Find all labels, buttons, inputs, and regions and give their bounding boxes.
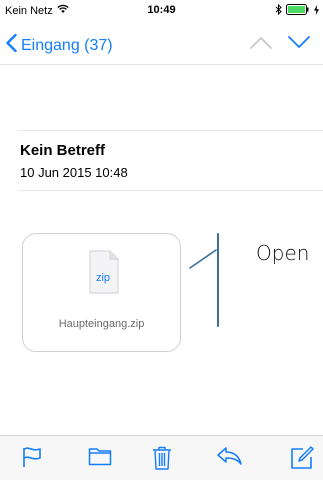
message-subject: Kein Betreff xyxy=(20,142,106,159)
annotation-text: Open xyxy=(256,241,310,265)
bottom-toolbar xyxy=(0,435,323,480)
message-date: 10 Jun 2015 10:48 xyxy=(20,165,128,180)
nav-bar: Eingang (37) xyxy=(0,20,323,65)
attachment-file-name: Haupteingang.zip xyxy=(58,318,145,330)
back-button-label: Eingang (37) xyxy=(21,36,113,54)
chevron-left-icon xyxy=(6,33,21,57)
back-button[interactable]: Eingang (37) xyxy=(6,33,113,57)
battery-icon xyxy=(286,4,310,18)
status-bar: Kein Netz 10:49 xyxy=(0,0,323,20)
header-divider-top xyxy=(18,130,323,131)
charging-icon xyxy=(314,4,319,18)
bluetooth-icon xyxy=(275,3,282,18)
status-right xyxy=(275,3,319,18)
attachment-card[interactable]: zip Haupteingang.zip xyxy=(22,233,181,352)
header-divider-bottom xyxy=(18,190,323,191)
flag-icon[interactable] xyxy=(22,446,42,473)
trash-icon[interactable] xyxy=(152,446,172,475)
zip-type-label: zip xyxy=(95,272,111,284)
chevron-down-icon[interactable] xyxy=(288,36,310,54)
compose-icon[interactable] xyxy=(290,446,314,475)
reply-icon[interactable] xyxy=(216,446,242,471)
folder-icon[interactable] xyxy=(88,446,112,471)
chevron-up-icon[interactable] xyxy=(250,36,272,54)
annotation-stroke xyxy=(189,233,219,327)
